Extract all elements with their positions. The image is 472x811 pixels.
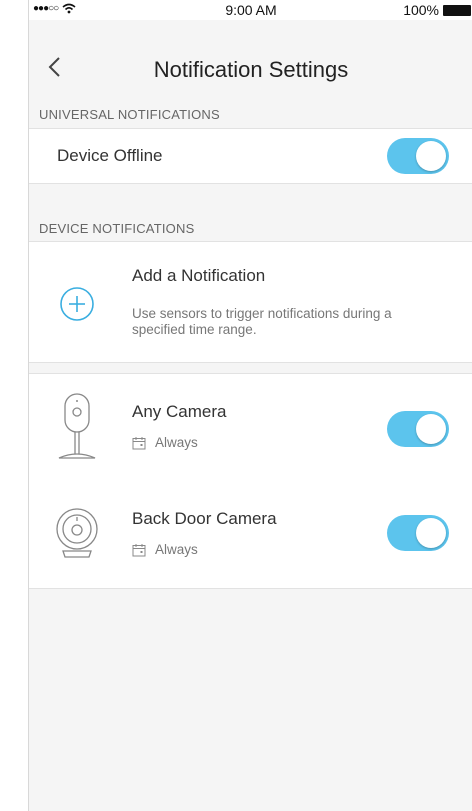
add-notification-title: Add a Notification	[132, 266, 266, 285]
battery-icon	[443, 4, 471, 16]
round-camera-icon	[56, 508, 98, 558]
back-door-camera-toggle[interactable]	[387, 515, 449, 551]
add-circle-icon[interactable]	[59, 286, 95, 322]
list-item[interactable]: Any Camera Always	[29, 374, 472, 481]
camera-schedule: Always	[155, 542, 198, 557]
camera-name: Any Camera	[132, 402, 227, 421]
add-notification-row[interactable]: Add a Notification Use sensors to trigge…	[29, 241, 472, 363]
battery-percent: 100%	[403, 2, 439, 18]
camera-name: Back Door Camera	[132, 509, 277, 528]
device-offline-row[interactable]: Device Offline	[29, 128, 472, 184]
calendar-icon	[132, 544, 146, 557]
list-item[interactable]: Back Door Camera Always	[29, 481, 472, 588]
section-header-device: DEVICE NOTIFICATIONS	[39, 221, 195, 236]
page-title: Notification Settings	[153, 57, 349, 82]
any-camera-toggle[interactable]	[387, 411, 449, 447]
camera-icon	[58, 393, 96, 459]
phone-screen: ●●●○○ 9:00 AM 100% Notification Settings…	[28, 0, 472, 811]
status-bar: ●●●○○ 9:00 AM 100%	[29, 0, 472, 20]
camera-list: Any Camera Always Back Door Camera Alway…	[29, 373, 472, 589]
navigation-bar: Notification Settings	[29, 20, 472, 96]
add-notification-description-line1: Use sensors to trigger notifications dur…	[132, 306, 392, 321]
calendar-icon	[132, 437, 146, 450]
add-notification-description-line2: specified time range.	[132, 322, 257, 337]
device-offline-toggle[interactable]	[387, 138, 449, 174]
camera-schedule: Always	[155, 435, 198, 450]
device-offline-label: Device Offline	[57, 146, 163, 165]
section-header-universal: UNIVERSAL NOTIFICATIONS	[39, 107, 220, 122]
